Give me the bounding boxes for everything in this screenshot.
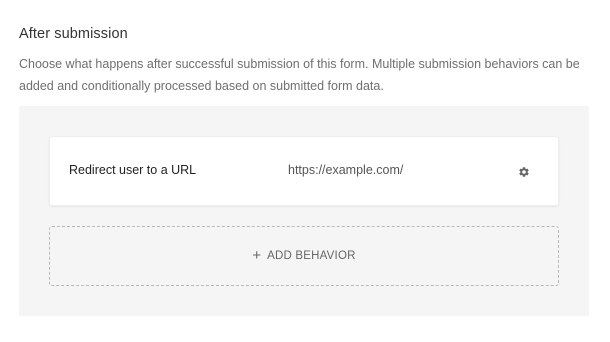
add-behavior-label: ADD BEHAVIOR xyxy=(267,250,356,262)
gear-icon[interactable] xyxy=(518,165,530,177)
section-description: Choose what happens after successful sub… xyxy=(19,57,580,93)
after-submission-section: After submission Choose what happens aft… xyxy=(0,0,610,342)
behavior-card[interactable]: Redirect user to a URL https://example.c… xyxy=(49,136,559,206)
add-behavior-button[interactable]: + ADD BEHAVIOR xyxy=(49,226,559,286)
behavior-name: Redirect user to a URL xyxy=(69,163,197,177)
section-title: After submission xyxy=(19,26,128,42)
behavior-url-value: https://example.com/ xyxy=(288,163,404,177)
plus-icon: + xyxy=(252,246,262,264)
behaviors-panel: Redirect user to a URL https://example.c… xyxy=(19,106,589,316)
